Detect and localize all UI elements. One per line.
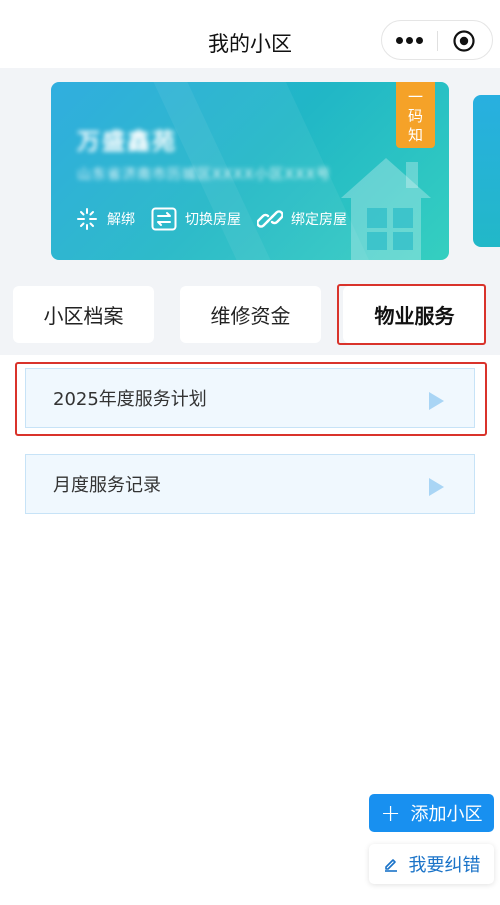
bind-house-button[interactable]: 绑定房屋 <box>257 207 347 231</box>
edit-pencil-icon <box>384 859 397 872</box>
play-arrow-icon <box>429 392 444 410</box>
link-chain-icon <box>257 210 283 228</box>
report-error-label: 我要纠错 <box>408 855 481 876</box>
house-card-carousel: 万盛鑫苑 山东省济南市历城区XXXX小区XXX号 解绑 切换房屋 绑定房屋 一 … <box>0 68 500 273</box>
house-address: 山东省济南市历城区XXXX小区XXX号 <box>77 167 332 183</box>
add-community-label: 添加小区 <box>410 804 483 825</box>
target-circle-icon[interactable] <box>452 29 476 53</box>
house-icon <box>341 158 431 260</box>
report-error-button[interactable]: 我要纠错 <box>369 844 494 884</box>
unbind-label: 解绑 <box>107 212 135 228</box>
add-community-button[interactable]: + 添加小区 <box>369 794 494 832</box>
bind-house-label: 绑定房屋 <box>291 212 347 228</box>
next-card-peek[interactable] <box>473 95 500 247</box>
one-code-badge[interactable]: 一 码 知 <box>396 82 435 148</box>
list-item-monthly-record[interactable]: 月度服务记录 <box>25 454 475 514</box>
mini-program-capsule <box>381 20 493 60</box>
badge-text-1: 一 <box>407 88 423 106</box>
tab-maintenance-fund[interactable]: 维修资金 <box>180 286 321 343</box>
tab-property-service[interactable]: 物业服务 <box>343 286 486 343</box>
list-item-label: 月度服务记录 <box>53 475 161 496</box>
badge-text-2: 码 <box>407 107 423 125</box>
plus-icon: + <box>380 799 401 827</box>
list-item-annual-plan[interactable]: 2025年度服务计划 <box>25 368 475 428</box>
capsule-divider <box>437 31 438 51</box>
top-navigation-bar: 我的小区 <box>0 0 500 78</box>
community-name: 万盛鑫苑 <box>77 129 177 155</box>
unbind-link-icon <box>77 208 97 230</box>
play-arrow-icon <box>429 478 444 496</box>
unbind-button[interactable]: 解绑 <box>75 207 135 231</box>
community-card[interactable]: 万盛鑫苑 山东省济南市历城区XXXX小区XXX号 解绑 切换房屋 绑定房屋 一 … <box>51 82 449 260</box>
switch-house-button[interactable]: 切换房屋 <box>151 207 241 231</box>
switch-house-label: 切换房屋 <box>185 212 241 228</box>
tab-community-archive[interactable]: 小区档案 <box>13 286 154 343</box>
card-actions: 解绑 切换房屋 绑定房屋 <box>75 206 363 232</box>
more-dots-icon[interactable] <box>396 37 424 45</box>
category-tabs: 小区档案 维修资金 物业服务 <box>0 273 500 355</box>
switch-arrows-icon <box>151 207 177 231</box>
list-item-label: 2025年度服务计划 <box>53 389 207 410</box>
badge-text-3: 知 <box>407 126 423 144</box>
